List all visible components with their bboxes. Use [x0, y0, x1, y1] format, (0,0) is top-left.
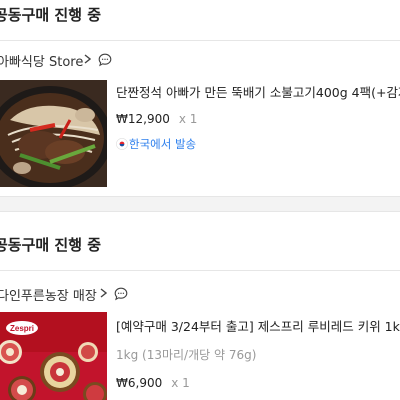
product-name[interactable]: 단짠정석 아빠가 만든 뚝배기 소불고기400g 4팩(+감자: [116, 82, 400, 101]
bulgogi-photo: [0, 80, 107, 187]
chevron-right-icon[interactable]: [84, 54, 91, 64]
quantity: x 1: [178, 112, 198, 126]
group-buy-status-title: 공동구매 진행 중: [0, 236, 102, 254]
group-buy-status-title: 공동구매 진행 중: [0, 6, 102, 24]
quantity: x 1: [171, 376, 190, 390]
chat-bubble-icon[interactable]: [98, 53, 112, 67]
store-row[interactable]: 아빠식당 Store: [0, 45, 400, 75]
group-buy-status-header: 공동구매 진행 중: [0, 230, 400, 266]
price-row: ₩6,900 x 1: [116, 376, 190, 390]
price: ₩6,900: [116, 376, 163, 390]
product-image[interactable]: Zespri: [0, 312, 107, 400]
shipping-text: 한국에서 발송: [129, 137, 197, 151]
kiwi-photo: Zespri: [0, 312, 107, 400]
store-name[interactable]: 다인푸른농장 매장: [0, 285, 97, 304]
divider: [0, 270, 400, 271]
price-row: ₩12,900 x 1: [116, 112, 197, 126]
chat-bubble-icon[interactable]: [114, 287, 128, 301]
group-buy-status-header: 공동구매 진행 중: [0, 0, 400, 36]
brand-logo: Zespri: [10, 324, 34, 333]
section-gap: [0, 197, 400, 211]
product-image[interactable]: [0, 80, 107, 187]
divider: [0, 211, 400, 212]
divider: [0, 40, 400, 41]
store-row[interactable]: 다인푸른농장 매장: [0, 279, 400, 309]
product-name[interactable]: [예약구매 3/24부터 출고] 제스프리 루비레드 키위 1kg: [116, 316, 400, 335]
shipping-origin: 한국에서 발송: [116, 136, 196, 152]
price: ₩12,900: [116, 112, 170, 126]
korea-flag-icon: [116, 138, 128, 150]
chevron-right-icon[interactable]: [100, 288, 107, 298]
store-name[interactable]: 아빠식당 Store: [0, 51, 83, 70]
product-option: 1kg (13마리/개당 약 76g): [116, 348, 257, 362]
